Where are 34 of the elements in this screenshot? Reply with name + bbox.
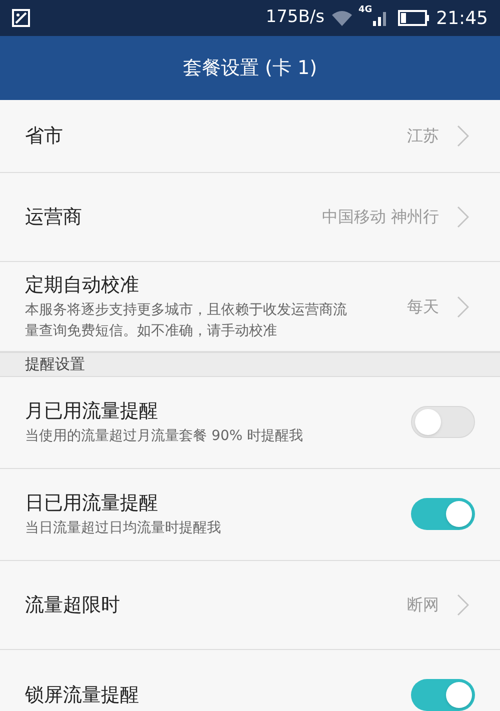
wifi-icon <box>330 9 354 27</box>
network-type: 4G <box>358 4 372 17</box>
toggle-switch[interactable] <box>411 498 475 530</box>
row-title: 日已用流量提醒 <box>25 490 159 516</box>
battery-icon <box>398 10 430 26</box>
row-title: 运营商 <box>25 205 83 230</box>
network-speed: 175B/s <box>266 6 324 30</box>
row-value: 断网 <box>407 594 439 616</box>
signal-icon <box>372 9 388 27</box>
chevron-right-icon <box>457 125 469 147</box>
row-value: 每天 <box>407 296 439 318</box>
settings-row[interactable]: 流量超限时 断网 <box>0 560 500 650</box>
row-value: 江苏 <box>407 125 439 147</box>
row-title: 锁屏流量提醒 <box>25 683 140 708</box>
settings-row[interactable]: 月已用流量提醒 当使用的流量超过月流量套餐 90% 时提醒我 <box>0 376 500 468</box>
image-icon <box>12 9 30 27</box>
row-title: 流量超限时 <box>25 592 121 618</box>
row-description: 当日流量超过日均流量时提醒我 <box>25 518 222 538</box>
chevron-right-icon <box>457 206 469 228</box>
page-title: 套餐设置 (卡 1) <box>183 56 317 81</box>
settings-row[interactable]: 锁屏流量提醒 <box>0 650 500 711</box>
chevron-right-icon <box>457 296 469 318</box>
row-description: 本服务将逐步支持更多城市，且依赖于收发运营商流量查询免费短信。如不准确，请手动校准 <box>25 300 347 340</box>
row-title: 定期自动校准 <box>25 272 140 298</box>
row-title: 省市 <box>25 124 64 149</box>
row-title: 月已用流量提醒 <box>25 398 159 424</box>
chevron-right-icon <box>457 594 469 616</box>
toggle-switch[interactable] <box>411 406 475 438</box>
section-title: 提醒设置 <box>25 354 85 375</box>
toggle-switch[interactable] <box>411 679 475 711</box>
settings-row[interactable]: 日已用流量提醒 当日流量超过日均流量时提醒我 <box>0 468 500 560</box>
row-value: 中国移动 神州行 <box>322 206 439 228</box>
clock: 21:45 <box>436 6 488 30</box>
row-description: 当使用的流量超过月流量套餐 90% 时提醒我 <box>25 426 304 446</box>
